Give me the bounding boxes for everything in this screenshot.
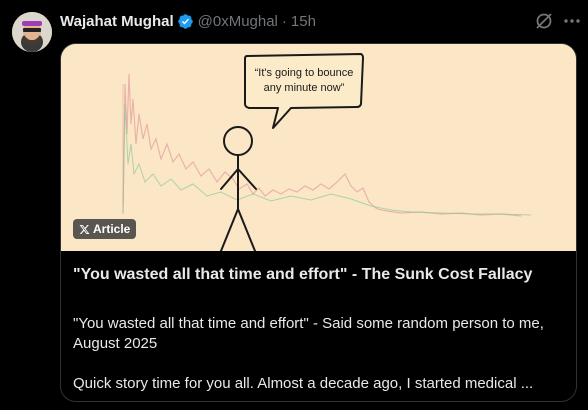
article-description-line1: "You wasted all that time and effort" - … xyxy=(73,315,544,352)
cover-illustration: “It's going to bounce any minute now” xyxy=(61,44,576,252)
grok-icon[interactable] xyxy=(534,11,554,31)
article-badge-label: Article xyxy=(93,222,131,236)
verified-badge-icon[interactable] xyxy=(177,13,194,30)
avatar[interactable] xyxy=(12,12,52,52)
tweet-header: Wajahat Mughal @0xMughal · 15h xyxy=(60,11,316,31)
article-card[interactable]: “It's going to bounce any minute now” Ar… xyxy=(60,43,577,402)
speech-bubble-line2: any minute now” xyxy=(264,82,345,94)
avatar-illustration xyxy=(12,12,52,52)
article-cover-image: “It's going to bounce any minute now” Ar… xyxy=(61,44,576,252)
post-time[interactable]: 15h xyxy=(291,13,316,30)
author-name[interactable]: Wajahat Mughal xyxy=(60,13,174,30)
article-title[interactable]: "You wasted all that time and effort" - … xyxy=(73,264,563,285)
author-handle[interactable]: @0xMughal xyxy=(198,13,278,30)
speech-bubble-line1: “It's going to bounce xyxy=(255,67,354,79)
separator-dot: · xyxy=(281,12,287,30)
article-description-line2: Quick story time for you all. Almost a d… xyxy=(73,375,534,392)
more-options-icon[interactable] xyxy=(562,11,582,31)
article-badge: Article xyxy=(73,219,137,239)
x-logo-icon xyxy=(79,224,90,234)
article-description: "You wasted all that time and effort" - … xyxy=(73,314,568,394)
